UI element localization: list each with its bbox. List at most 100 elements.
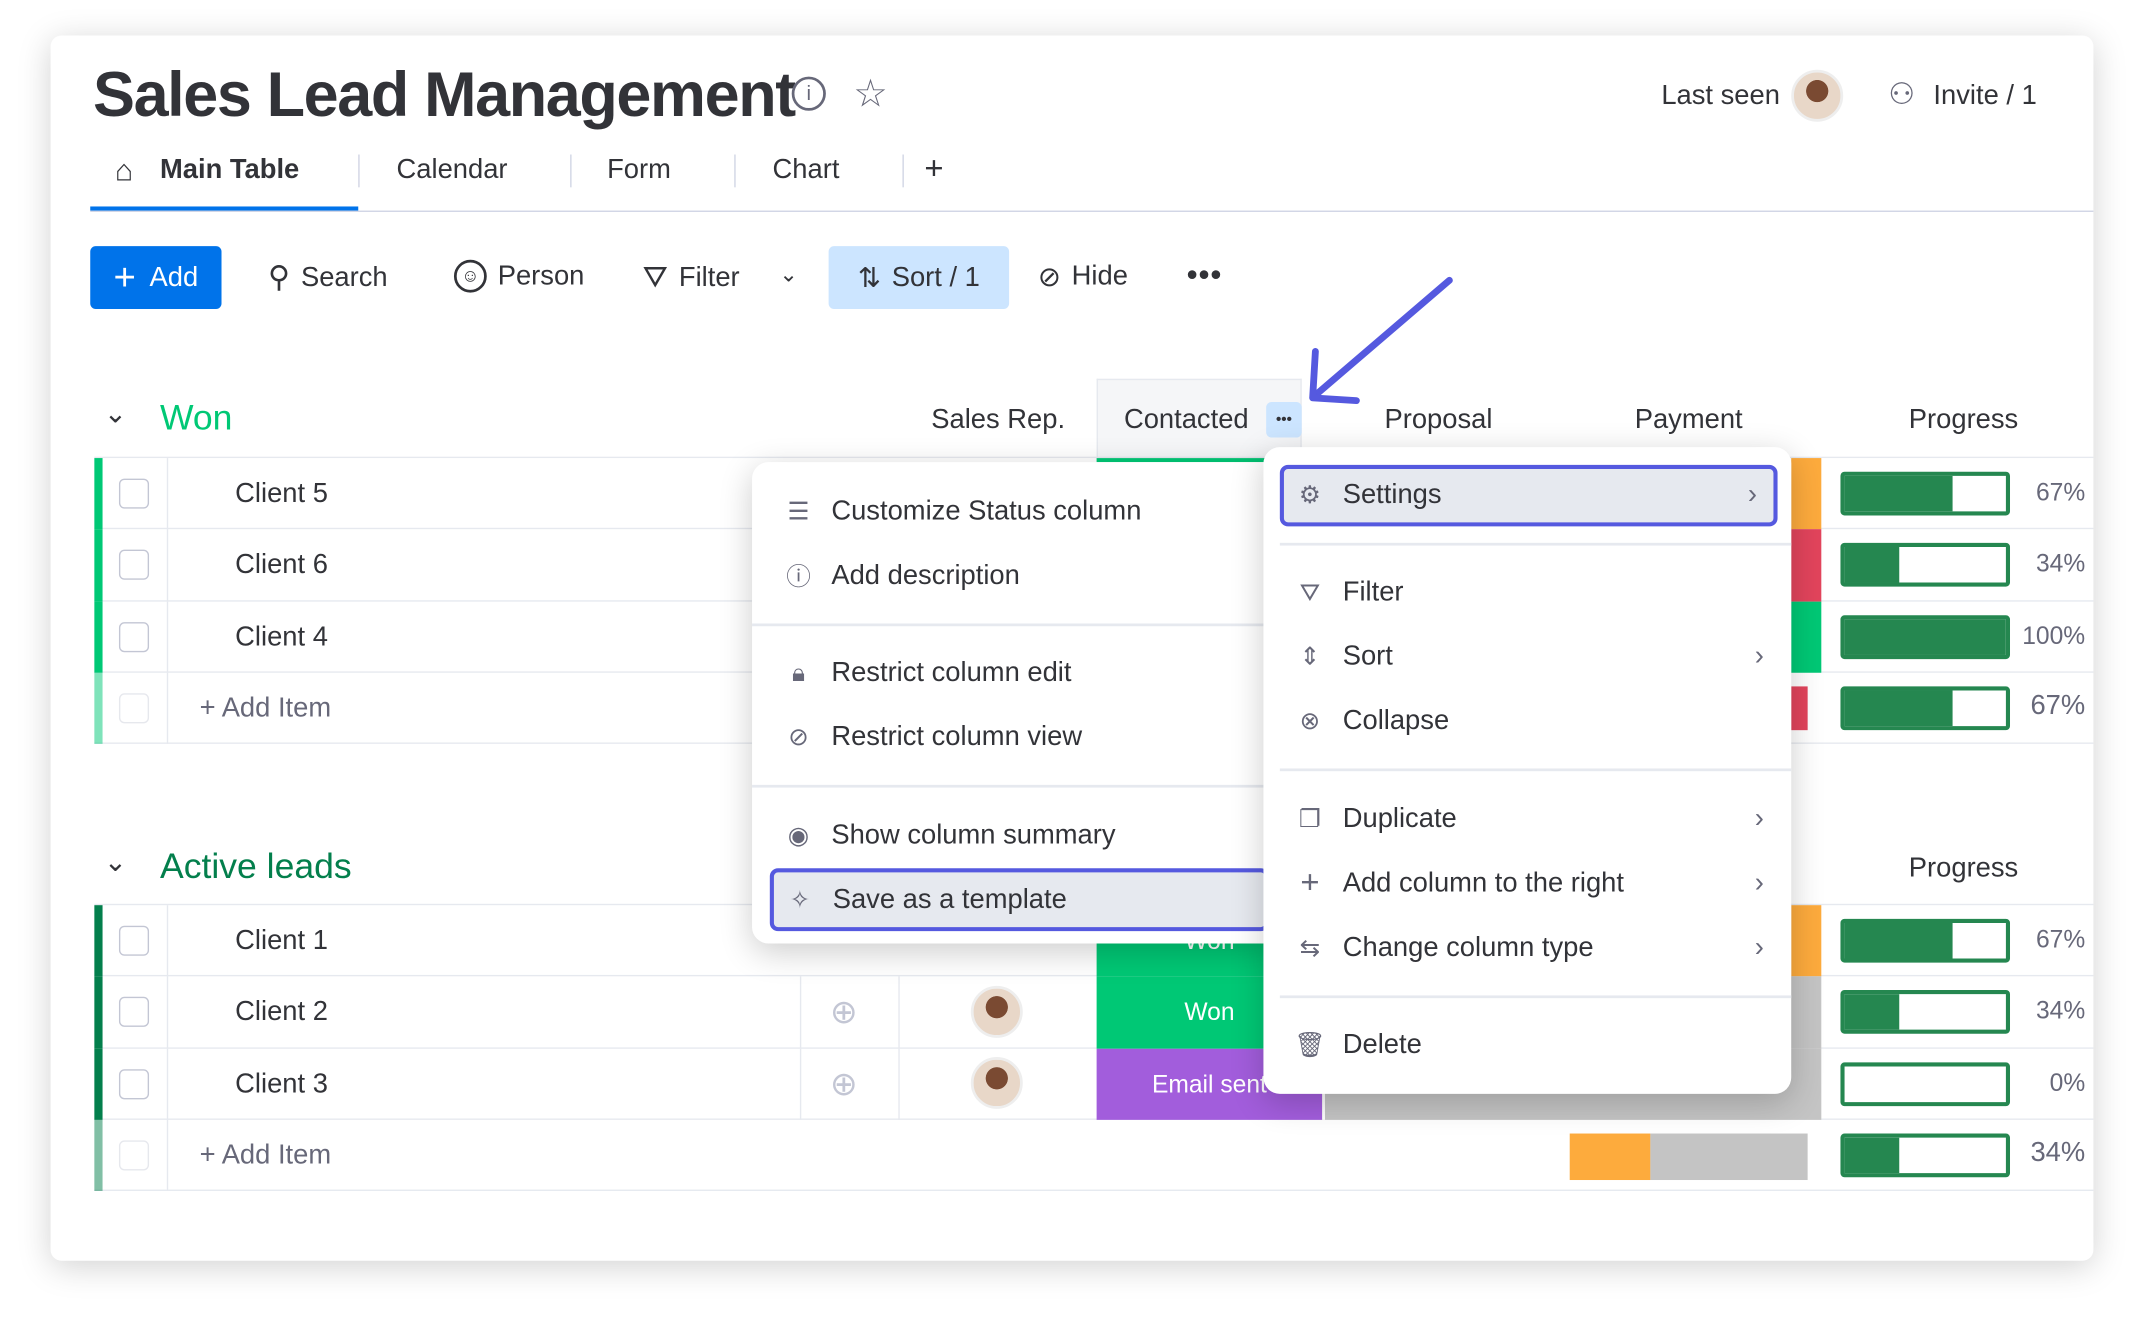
search-icon: ⚲ <box>268 259 291 294</box>
progress-summary-bar <box>1840 686 2011 731</box>
divider <box>166 1048 169 1120</box>
menu-item-filter[interactable]: ⛛ Filter <box>1263 562 1791 622</box>
divider <box>358 154 360 188</box>
menu-item-duplicate[interactable]: ❐ Duplicate › <box>1263 789 1791 849</box>
menu-item-customize-status-column[interactable]: ☰ Customize Status column <box>752 481 1280 541</box>
column-header-progress[interactable]: Progress <box>1868 405 2059 436</box>
menu-item-label: Save as a template <box>832 883 1067 915</box>
status-cell[interactable] <box>1791 601 1822 673</box>
chevron-right-icon: › <box>1754 931 1764 962</box>
payment-cell[interactable] <box>1791 905 1822 977</box>
menu-item-add-description[interactable]: ⓘ Add description <box>752 546 1280 606</box>
invite-icon: ⚇ <box>1888 76 1916 111</box>
column-header-payment[interactable]: Payment <box>1593 405 1784 436</box>
table-row[interactable]: Client 3 ⊕ Email sent 0% <box>94 1048 2094 1120</box>
group-color-bar <box>94 1119 103 1191</box>
menu-item-restrict-column-view[interactable]: ⊘ Restrict column view <box>752 707 1280 767</box>
group-color-bar <box>94 976 103 1049</box>
last-seen-label: Last seen <box>1661 80 1780 111</box>
menu-item-save-as-template[interactable]: ✧ Save as a template <box>769 868 1269 932</box>
menu-item-label: Delete <box>1342 1028 1422 1060</box>
person-filter-button[interactable]: ☺ Person <box>453 259 584 293</box>
sort-button[interactable]: ⇅ Sort / 1 <box>828 246 1010 310</box>
row-checkbox[interactable] <box>118 996 150 1027</box>
avatar[interactable] <box>970 985 1023 1038</box>
menu-item-delete[interactable]: 🗑︎ Delete <box>1263 1015 1791 1075</box>
menu-item-show-column-summary[interactable]: ◉ Show column summary <box>752 805 1280 865</box>
menu-item-restrict-column-edit[interactable]: 🔒︎ Restrict column edit <box>752 643 1280 703</box>
row-checkbox <box>118 693 150 724</box>
status-cell[interactable] <box>1791 458 1822 530</box>
group-title-active-leads[interactable]: Active leads <box>160 845 352 887</box>
menu-item-add-column-right[interactable]: + Add column to the right › <box>1263 853 1791 913</box>
menu-item-label: Settings <box>1342 479 1442 511</box>
active-tab-indicator <box>90 206 359 211</box>
swap-icon: ⇆ <box>1299 933 1321 961</box>
menu-item-change-column-type[interactable]: ⇆ Change column type › <box>1263 917 1791 977</box>
filter-icon: ⛛ <box>1299 577 1321 606</box>
item-name[interactable]: Client 1 <box>235 926 328 957</box>
menu-item-label: Filter <box>1342 576 1404 607</box>
progress-bar <box>1840 615 2011 660</box>
column-header-progress[interactable]: Progress <box>1868 853 2059 884</box>
menu-item-sort[interactable]: ⇕ Sort › <box>1263 626 1791 686</box>
sort-label: Sort / 1 <box>891 261 980 292</box>
collapse-group-chevron-icon[interactable]: ⌄ <box>104 397 127 431</box>
invite-button[interactable]: Invite / 1 <box>1933 81 2036 112</box>
progress-bar <box>1840 471 2011 516</box>
menu-divider <box>752 784 1280 788</box>
search-button[interactable]: ⚲ Search <box>268 260 388 296</box>
collapse-group-chevron-icon[interactable]: ⌄ <box>104 845 127 879</box>
status-summary <box>1791 686 1808 731</box>
menu-item-label: Duplicate <box>1342 803 1457 834</box>
menu-divider <box>1279 542 1792 546</box>
divider <box>734 154 736 188</box>
list-icon: ☰ <box>787 497 810 525</box>
more-options-button[interactable]: ••• <box>1187 257 1223 293</box>
row-checkbox[interactable] <box>118 622 150 653</box>
add-button[interactable]: + Add <box>90 246 222 310</box>
tab-calendar[interactable]: Calendar <box>397 155 508 186</box>
row-checkbox[interactable] <box>118 925 150 956</box>
row-checkbox[interactable] <box>118 1069 150 1100</box>
tab-chart[interactable]: Chart <box>773 155 840 186</box>
tab-form[interactable]: Form <box>607 155 671 186</box>
divider <box>166 601 169 673</box>
eye-off-icon: ⊘ <box>1037 262 1061 293</box>
add-update-icon[interactable]: ⊕ <box>830 1065 857 1105</box>
group-title-won[interactable]: Won <box>160 397 232 439</box>
row-checkbox[interactable] <box>118 478 150 509</box>
info-icon[interactable]: i <box>791 76 826 111</box>
add-view-button[interactable]: + <box>924 150 943 188</box>
divider <box>799 1048 802 1120</box>
hide-button[interactable]: ⊘ Hide <box>1038 260 1128 294</box>
menu-item-label: Add column to the right <box>1342 867 1624 898</box>
row-checkbox[interactable] <box>118 549 150 580</box>
column-header-sales-rep[interactable]: Sales Rep. <box>902 405 1093 436</box>
add-item-row[interactable]: + Add Item 34% <box>94 1119 2094 1191</box>
divider <box>799 976 802 1049</box>
progress-value: 67% <box>2035 925 2086 954</box>
item-name[interactable]: Client 2 <box>235 997 328 1028</box>
chevron-down-icon[interactable]: ⌄ <box>779 261 797 288</box>
menu-divider <box>1279 768 1792 772</box>
column-settings-menu: ⚙ Settings › ⛛ Filter ⇕ Sort › ⊗ Collapse ❐ Dup… <box>1263 447 1792 1094</box>
avatar[interactable] <box>970 1056 1023 1109</box>
status-cell[interactable] <box>1791 529 1822 602</box>
add-update-icon[interactable]: ⊕ <box>830 993 857 1033</box>
menu-item-settings[interactable]: ⚙ Settings › <box>1279 464 1778 527</box>
star-icon[interactable]: ☆ <box>853 71 887 116</box>
tab-main-table[interactable]: Main Table <box>160 155 299 186</box>
avatar[interactable] <box>1791 69 1844 122</box>
menu-item-collapse[interactable]: ⊗ Collapse <box>1263 691 1791 751</box>
item-name[interactable]: Client 5 <box>235 479 328 510</box>
progress-summary-bar <box>1840 1133 2011 1178</box>
add-item-input[interactable]: + Add Item <box>200 1140 332 1171</box>
group-color-bar <box>94 458 103 530</box>
item-name[interactable]: Client 3 <box>235 1069 328 1100</box>
add-item-input[interactable]: + Add Item <box>200 693 332 724</box>
item-name[interactable]: Client 6 <box>235 550 328 581</box>
table-row[interactable]: Client 2 ⊕ Won 34% <box>94 976 2094 1049</box>
filter-button[interactable]: ⛛ Filter <box>643 260 740 296</box>
item-name[interactable]: Client 4 <box>235 622 328 653</box>
